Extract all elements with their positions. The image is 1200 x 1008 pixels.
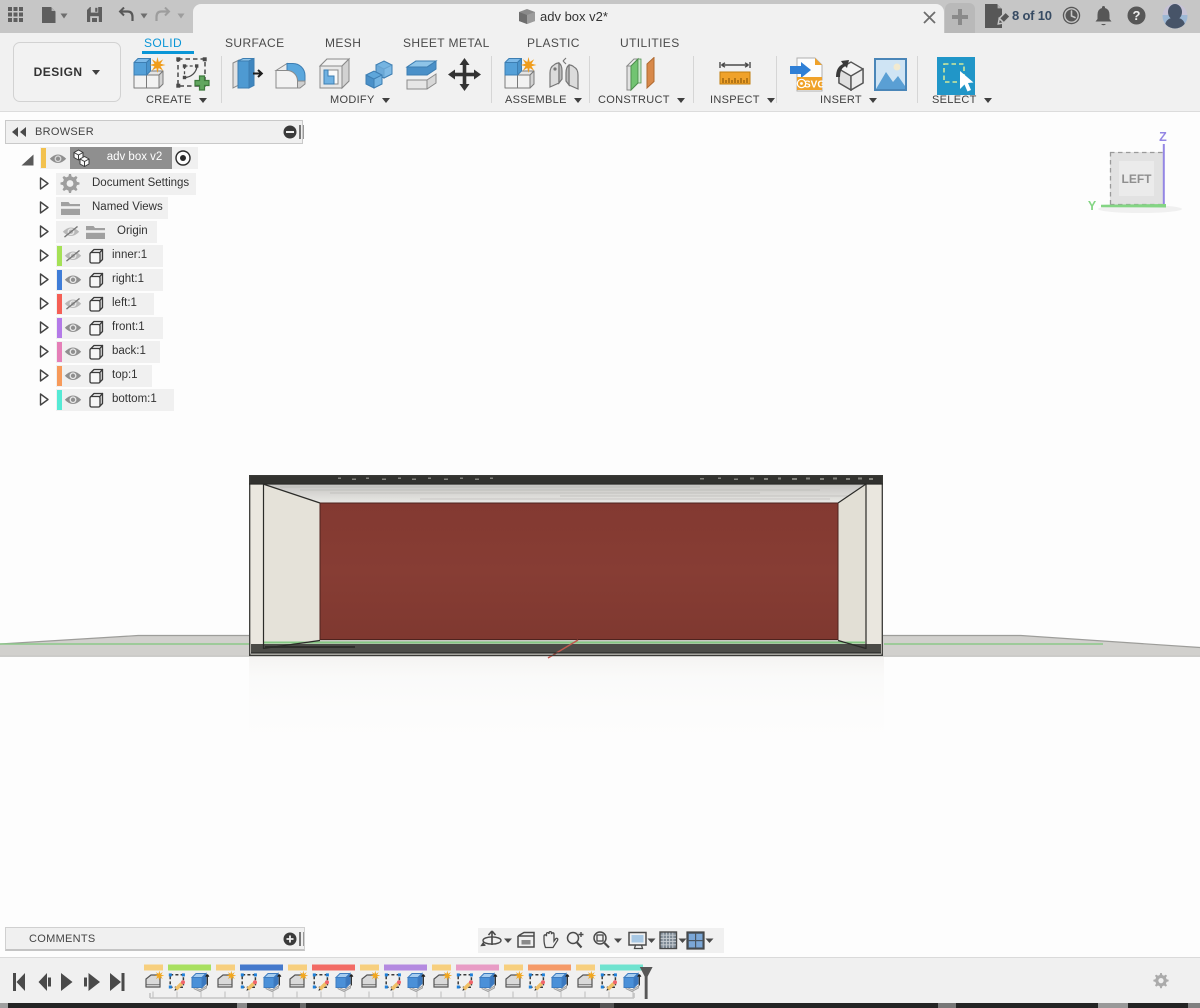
svg-text:SVG: SVG	[804, 80, 823, 91]
svg-text:Z: Z	[1159, 130, 1167, 144]
svg-text:Y: Y	[1088, 199, 1097, 213]
svg-text:LEFT: LEFT	[1122, 172, 1153, 186]
svg-text:?: ?	[1133, 8, 1141, 23]
